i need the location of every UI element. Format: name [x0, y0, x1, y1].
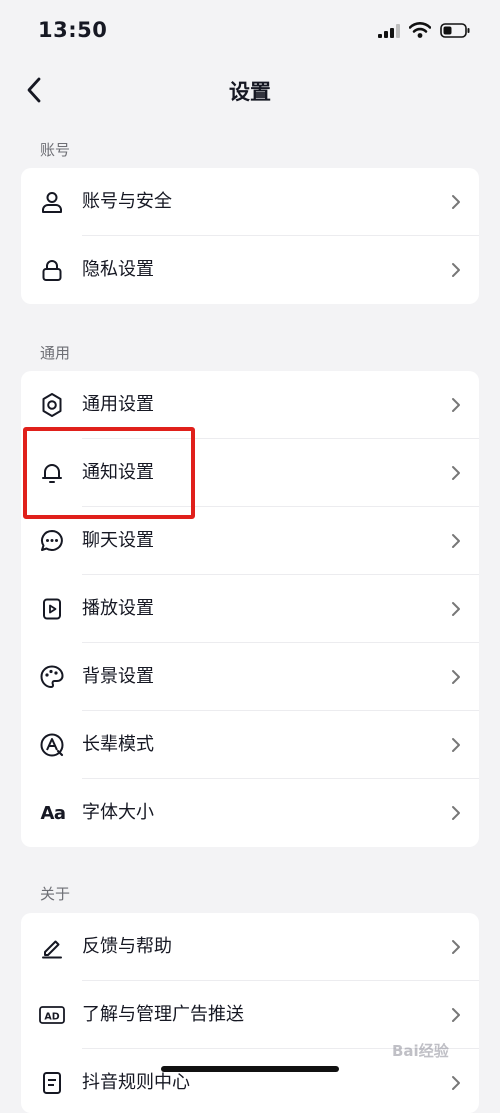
status-bar: 13:50: [0, 0, 500, 62]
settings-item-label: 反馈与帮助: [82, 936, 172, 957]
settings-item-feedback[interactable]: 反馈与帮助: [21, 913, 479, 981]
bell-icon: [39, 460, 65, 486]
settings-item-ad-management[interactable]: AD 了解与管理广告推送: [21, 981, 479, 1049]
about-card: 反馈与帮助 AD 了解与管理广告推送 抖音规则中心: [21, 913, 479, 1113]
section-label-general: 通用: [40, 344, 71, 362]
settings-item-playback[interactable]: 播放设置: [21, 575, 479, 643]
user-icon: [39, 189, 65, 215]
settings-item-chat[interactable]: 聊天设置: [21, 507, 479, 575]
settings-item-account-security[interactable]: 账号与安全: [21, 168, 479, 236]
pencil-icon: [39, 934, 65, 960]
page-title: 设置: [229, 80, 271, 104]
watermark: Bai经验: [392, 1042, 449, 1060]
section-label-about: 关于: [40, 885, 71, 903]
settings-item-label: 通用设置: [82, 394, 154, 415]
chevron-right-icon: [452, 398, 460, 412]
general-card: 通用设置 通知设置 聊天设置 播放设置 背景设置 长辈模式 Aa 字体大小: [21, 371, 479, 847]
play-icon: [39, 596, 65, 622]
chevron-right-icon: [452, 1008, 460, 1022]
font-size-icon: Aa: [38, 800, 68, 826]
battery-icon: [440, 22, 470, 42]
settings-item-label: 背景设置: [82, 666, 154, 687]
settings-item-label: 长辈模式: [82, 734, 154, 755]
chevron-right-icon: [452, 670, 460, 684]
settings-item-label: 播放设置: [82, 598, 154, 619]
status-icons: [378, 22, 470, 42]
ad-glyph: AD: [44, 1012, 59, 1023]
settings-item-label: 字体大小: [82, 802, 154, 823]
wifi-icon: [408, 22, 432, 42]
document-icon: [39, 1070, 65, 1096]
settings-item-label: 隐私设置: [82, 259, 154, 280]
elder-mode-icon: [39, 732, 65, 758]
chevron-right-icon: [452, 263, 460, 277]
chevron-right-icon: [452, 195, 460, 209]
chevron-right-icon: [452, 602, 460, 616]
settings-item-general[interactable]: 通用设置: [21, 371, 479, 439]
settings-item-font-size[interactable]: Aa 字体大小: [21, 779, 479, 847]
chevron-right-icon: [452, 738, 460, 752]
section-label-account: 账号: [40, 141, 71, 159]
settings-item-background[interactable]: 背景设置: [21, 643, 479, 711]
nav-bar: 设置: [0, 62, 500, 118]
chevron-right-icon: [452, 466, 460, 480]
palette-icon: [39, 664, 65, 690]
gear-icon: [39, 392, 65, 418]
account-card: 账号与安全 隐私设置: [21, 168, 479, 304]
settings-item-label: 抖音规则中心: [82, 1072, 190, 1093]
settings-item-label: 账号与安全: [82, 191, 172, 212]
status-time: 13:50: [38, 18, 108, 42]
signal-icon: [378, 23, 400, 42]
lock-icon: [39, 257, 65, 283]
settings-item-label: 聊天设置: [82, 530, 154, 551]
settings-item-elder-mode[interactable]: 长辈模式: [21, 711, 479, 779]
chat-bubble-icon: [39, 528, 65, 554]
chevron-right-icon: [452, 806, 460, 820]
ad-icon: AD: [39, 1002, 65, 1028]
chevron-right-icon: [452, 940, 460, 954]
home-indicator[interactable]: [161, 1066, 339, 1072]
settings-item-label: 通知设置: [82, 462, 154, 483]
chevron-right-icon: [452, 534, 460, 548]
chevron-right-icon: [452, 1076, 460, 1090]
settings-item-privacy[interactable]: 隐私设置: [21, 236, 479, 304]
font-size-glyph: Aa: [40, 802, 66, 824]
settings-item-label: 了解与管理广告推送: [82, 1004, 244, 1025]
settings-item-notifications[interactable]: 通知设置: [21, 439, 479, 507]
